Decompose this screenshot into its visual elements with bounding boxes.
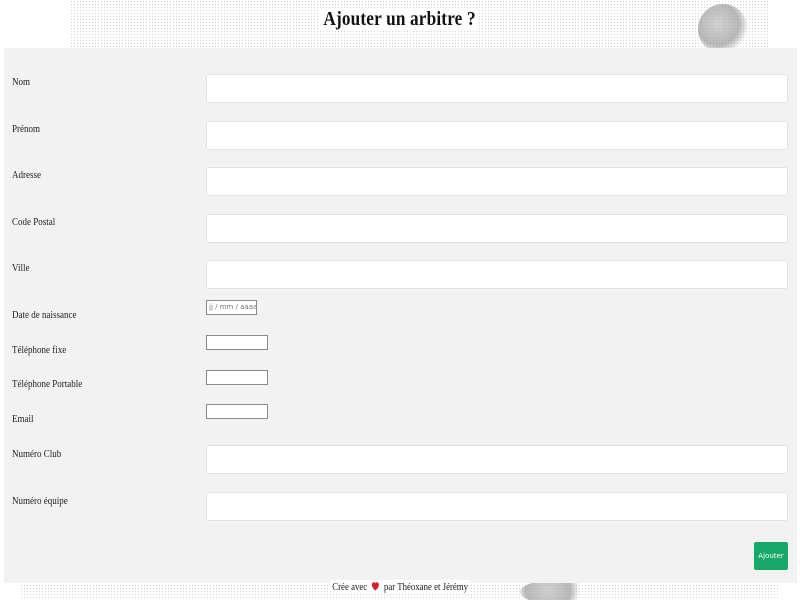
- form-panel: Nom Prénom Adresse Code Postal Ville Dat…: [4, 48, 797, 583]
- numero-club-input[interactable]: [206, 445, 788, 474]
- field-label-numero-equipe: Numéro équipe: [12, 496, 68, 507]
- footer-prefix: Crée avec: [332, 582, 368, 593]
- adresse-input[interactable]: [206, 167, 788, 196]
- title-wrap: Ajouter un arbitre ?: [0, 8, 800, 31]
- field-label-prenom: Prénom: [12, 124, 40, 135]
- telephone-fixe-input[interactable]: [206, 335, 268, 350]
- field-label-telephone-portable: Téléphone Portable: [12, 379, 83, 390]
- heart-icon: [371, 582, 379, 591]
- code-postal-input[interactable]: [206, 214, 788, 243]
- field-label-email: Email: [12, 414, 34, 425]
- submit-button[interactable]: Ajouter: [754, 542, 788, 570]
- page: Ajouter un arbitre ? Nom Prénom Adresse …: [0, 0, 800, 600]
- telephone-portable-input[interactable]: [206, 370, 268, 385]
- field-label-date-naissance: Date de naissance: [12, 310, 77, 321]
- footer: Crée avec par Théoxane et Jérémy: [0, 580, 800, 593]
- field-label-telephone-fixe: Téléphone fixe: [12, 345, 67, 356]
- field-label-numero-club: Numéro Club: [12, 449, 62, 460]
- footer-credit: Crée avec par Théoxane et Jérémy: [330, 580, 470, 593]
- numero-equipe-input[interactable]: [206, 492, 788, 521]
- field-label-nom: Nom: [12, 77, 30, 88]
- prenom-input[interactable]: [206, 121, 788, 150]
- footer-suffix: par Théoxane et Jérémy: [383, 582, 468, 593]
- date-naissance-input[interactable]: jj / mm / aaaa: [206, 300, 257, 315]
- field-label-ville: Ville: [12, 263, 30, 274]
- email-input[interactable]: [206, 404, 268, 419]
- page-title: Ajouter un arbitre ?: [320, 8, 480, 31]
- field-label-code-postal: Code Postal: [12, 217, 56, 228]
- field-label-adresse: Adresse: [12, 170, 41, 181]
- nom-input[interactable]: [206, 74, 788, 103]
- ville-input[interactable]: [206, 260, 788, 289]
